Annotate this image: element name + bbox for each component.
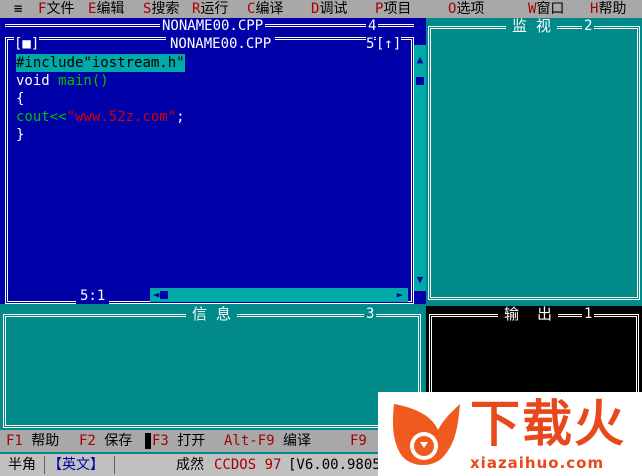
watch-title: 监 视 — [506, 18, 558, 34]
half-width-indicator[interactable]: 半角 — [8, 454, 36, 476]
menu-compile[interactable]: C编译 — [247, 0, 283, 18]
watch-number: 2 — [582, 18, 595, 34]
scroll-down-icon[interactable]: ▼ — [414, 273, 426, 287]
scroll-right-icon[interactable]: ► — [394, 288, 406, 302]
message-title: 信 息 — [186, 306, 238, 322]
version-text: [V6.00.9805 — [288, 457, 381, 473]
editor-zoom-button[interactable]: [↑] — [376, 36, 402, 52]
editor-title: NONAME00.CPP — [166, 36, 276, 52]
hscroll-thumb[interactable] — [160, 291, 168, 299]
watch-window[interactable]: 监 视 2 — [426, 18, 642, 304]
cursor-position: 5:1 — [76, 288, 110, 304]
code-line-5[interactable]: } — [16, 126, 24, 144]
watermark-text: 下载火 — [470, 395, 626, 453]
output-number: 1 — [582, 306, 595, 322]
input-mode-indicator[interactable]: 【英文】 — [48, 454, 104, 476]
menu-edit[interactable]: E编辑 — [88, 0, 124, 18]
fkey-separator — [145, 433, 151, 449]
fkey-help[interactable]: F1 帮助 — [6, 430, 59, 452]
menu-search[interactable]: S搜索 — [143, 0, 179, 18]
message-window[interactable]: 信 息 3 — [0, 306, 424, 428]
code-line-3[interactable]: { — [16, 90, 24, 108]
editor-window-number: 5 — [366, 36, 375, 52]
editor-close-button[interactable]: [■] — [14, 36, 40, 52]
menu-help[interactable]: H帮助 — [590, 0, 626, 18]
scroll-up-icon[interactable]: ▲ — [414, 53, 426, 67]
menu-bar: ≡ F文件 E编辑 S搜索 R运行 C编译 D调试 P项目 O选项 W窗口 H帮… — [0, 0, 642, 18]
app-name: 成然 — [176, 457, 204, 473]
background-window-title: NONAME00.CPP — [160, 18, 266, 34]
fkey-compile[interactable]: Alt-F9 编译 — [224, 430, 311, 452]
menu-window[interactable]: W窗口 — [528, 0, 564, 18]
scroll-thumb[interactable] — [416, 77, 424, 85]
product-name: CCDOS 97 — [214, 457, 282, 473]
menu-debug[interactable]: D调试 — [311, 0, 347, 18]
editor-horizontal-scrollbar[interactable]: ◄ ► — [150, 288, 408, 302]
watermark-logo: 下载火 xiazaihuo.com — [378, 392, 642, 476]
background-window-number: 4 — [366, 18, 379, 34]
message-number: 3 — [364, 306, 377, 322]
watermark-url: xiazaihuo.com — [470, 454, 605, 472]
editor-vertical-scrollbar[interactable]: ▲ ▼ — [414, 45, 426, 291]
system-menu-icon[interactable]: ≡ — [14, 0, 22, 18]
fkey-f9[interactable]: F9 — [350, 430, 367, 452]
fkey-save[interactable]: F2 保存 — [79, 430, 132, 452]
menu-options[interactable]: O选项 — [448, 0, 484, 18]
menu-run[interactable]: R运行 — [192, 0, 228, 18]
menu-file[interactable]: F文件 — [38, 0, 74, 18]
output-title: 输 出 — [498, 306, 559, 322]
code-line-4[interactable]: cout<<"www.52z.com"; — [16, 108, 185, 126]
flame-logo-icon — [392, 404, 460, 465]
fkey-open[interactable]: F3 打开 — [152, 430, 205, 452]
code-line-1[interactable]: #include"iostream.h" — [16, 54, 185, 72]
code-line-2[interactable]: void main() — [16, 72, 109, 90]
menu-project[interactable]: P项目 — [375, 0, 411, 18]
